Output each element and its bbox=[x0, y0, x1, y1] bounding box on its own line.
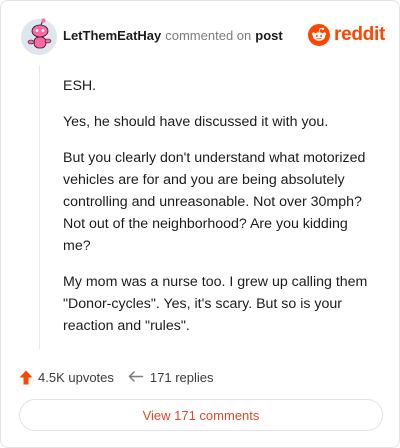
reddit-alien-icon bbox=[308, 24, 331, 46]
reply-arrow-icon bbox=[128, 370, 144, 382]
username[interactable]: LetThemEatHay bbox=[63, 28, 161, 43]
comment-paragraph: But you clearly don't understand what mo… bbox=[63, 150, 366, 254]
comment-paragraph: Yes, he should have discussed it with yo… bbox=[63, 114, 329, 130]
replies-button[interactable]: 171 replies bbox=[128, 370, 214, 385]
avatar[interactable] bbox=[19, 17, 59, 57]
comment-actions: 4.5K upvotes 171 replies bbox=[19, 367, 214, 387]
upvote-count: 4.5K upvotes bbox=[38, 369, 114, 385]
thread-line bbox=[39, 65, 40, 349]
reddit-logo[interactable]: reddit bbox=[308, 21, 385, 49]
upvote-arrow-icon bbox=[19, 370, 33, 384]
upvote-button[interactable]: 4.5K upvotes bbox=[19, 370, 114, 385]
reddit-wordmark: reddit bbox=[334, 24, 385, 45]
view-comments-button[interactable]: View 171 comments bbox=[19, 399, 383, 431]
comment-paragraph: ESH. bbox=[63, 78, 97, 94]
comment-card: LetThemEatHay commented on post reddit ESH… bbox=[0, 0, 400, 448]
comment-header: LetThemEatHay commented on post reddit bbox=[19, 17, 385, 57]
comment-paragraph: My mom was a nurse too. I grew up callin… bbox=[63, 274, 368, 334]
post-link[interactable]: post bbox=[255, 28, 282, 43]
reply-count: 171 replies bbox=[149, 369, 214, 385]
comment-meta: LetThemEatHay commented on post bbox=[63, 28, 283, 43]
comment-body: ESH. Yes, he should have discussed it wi… bbox=[63, 75, 379, 351]
action-text: commented on bbox=[165, 28, 252, 43]
